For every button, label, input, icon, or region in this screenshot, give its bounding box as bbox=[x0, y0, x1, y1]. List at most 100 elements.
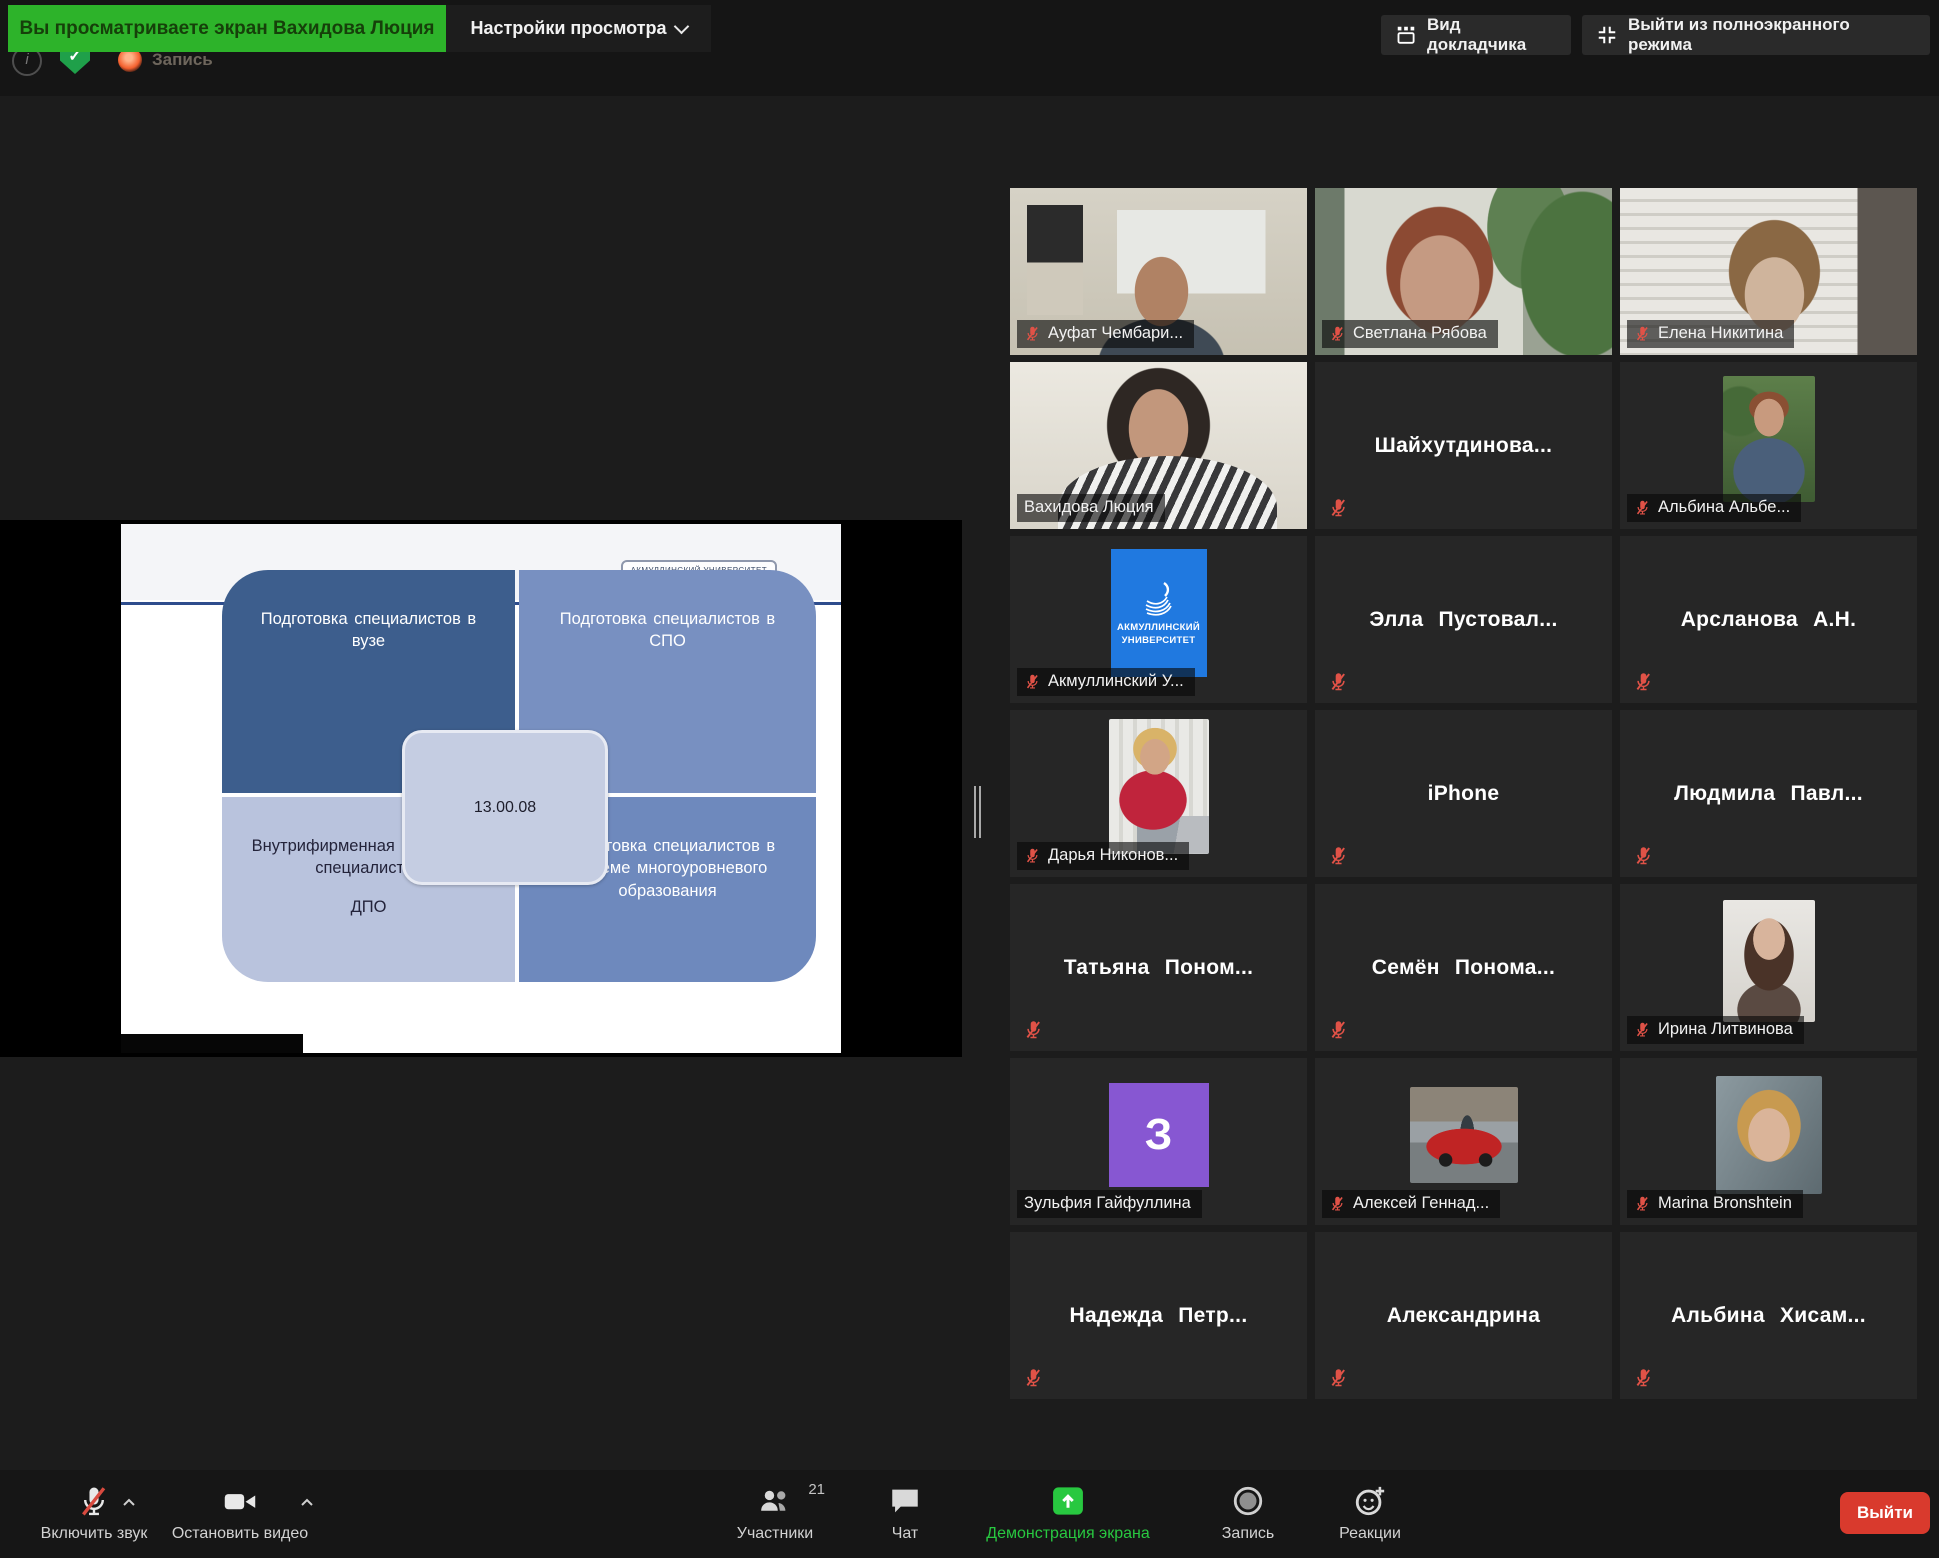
participant-tile[interactable]: Арсланова А.Н. Арсланова А.Н. bbox=[1620, 536, 1917, 703]
video-options-caret[interactable] bbox=[300, 1498, 314, 1507]
participant-name: Marina Bronshtein bbox=[1658, 1194, 1792, 1213]
participant-tile[interactable]: iPhone iPhone bbox=[1315, 710, 1612, 877]
participant-photo-avatar bbox=[1716, 1076, 1822, 1194]
participant-nameplate: Marina Bronshtein bbox=[1627, 1190, 1803, 1218]
participant-tile[interactable]: Шайхутдинова... Шайхутдинова... bbox=[1315, 362, 1612, 529]
participant-name: Дарья Никонов... bbox=[1048, 846, 1178, 865]
leave-meeting-button[interactable]: Выйти bbox=[1840, 1492, 1930, 1534]
participant-tile[interactable]: Людмила Павл... Людмила Павл... bbox=[1620, 710, 1917, 877]
participant-name: Зульфия Гайфуллина bbox=[1024, 1194, 1191, 1213]
exit-fullscreen-button[interactable]: Выйти из полноэкранного режима bbox=[1582, 15, 1930, 55]
share-screen-label: Демонстрация экрана bbox=[986, 1525, 1150, 1543]
muted-mic-icon bbox=[1634, 325, 1651, 342]
participant-tile[interactable]: Вахидова Люция Вахидова Люция bbox=[1010, 362, 1307, 529]
muted-mic-icon bbox=[1634, 1021, 1651, 1038]
university-logo-avatar: АКМУЛЛИНСКИЙ УНИВЕРСИТЕТ bbox=[1111, 549, 1207, 677]
record-label: Запись bbox=[1222, 1525, 1275, 1543]
participant-nameplate: Дарья Никонов... bbox=[1017, 842, 1189, 870]
participant-tile[interactable]: Семён Понома... Семён Понома... bbox=[1315, 884, 1612, 1051]
participant-name-centered: iPhone bbox=[1315, 710, 1612, 877]
logo-text-line1: АКМУЛЛИНСКИЙ bbox=[1117, 622, 1200, 633]
participant-name: Вахидова Люция bbox=[1024, 498, 1154, 517]
participant-photo-avatar bbox=[1723, 900, 1815, 1022]
participant-name-centered: Людмила Павл... bbox=[1620, 710, 1917, 877]
muted-mic-icon bbox=[77, 1484, 111, 1518]
participant-photo-avatar bbox=[1109, 719, 1209, 854]
participant-nameplate: Альбина Альбе... bbox=[1627, 494, 1801, 522]
participant-letter-avatar: З bbox=[1109, 1083, 1209, 1187]
viewing-screen-banner: Вы просматриваете экран Вахидова Люция bbox=[8, 5, 446, 52]
participant-name-centered: Александрина bbox=[1315, 1232, 1612, 1399]
participant-tile[interactable]: Ауфат Чембари... Ауфат Чембари... bbox=[1010, 188, 1307, 355]
muted-mic-icon bbox=[1329, 1195, 1346, 1212]
exit-fullscreen-icon bbox=[1596, 24, 1618, 46]
participant-name: Ауфат Чембари... bbox=[1048, 324, 1183, 343]
participant-name: Елена Никитина bbox=[1658, 324, 1783, 343]
participant-tile[interactable]: Альбина Хисам... Альбина Хисам... bbox=[1620, 1232, 1917, 1399]
participant-photo-avatar bbox=[1410, 1087, 1518, 1183]
mic-options-caret[interactable] bbox=[122, 1498, 136, 1507]
quadrant-bottom-left-subtext: ДПО bbox=[250, 896, 487, 918]
participant-name: Алексей Геннад... bbox=[1353, 1194, 1489, 1213]
slide-bottom-notch bbox=[121, 1034, 303, 1053]
participant-tile[interactable]: Альбина Альбе... Альбина Альбе... bbox=[1620, 362, 1917, 529]
muted-mic-icon bbox=[1023, 1367, 1044, 1388]
participant-nameplate: Ауфат Чембари... bbox=[1017, 320, 1194, 348]
participant-tile[interactable]: Алексей Геннад... Алексей Геннад... bbox=[1315, 1058, 1612, 1225]
participants-count-badge: 21 bbox=[808, 1481, 825, 1498]
muted-mic-icon bbox=[1634, 499, 1651, 516]
top-bar: i ✓ Запись Вы просматриваете экран Вахид… bbox=[0, 0, 1939, 96]
muted-mic-icon bbox=[1633, 1367, 1654, 1388]
participant-nameplate: Вахидова Люция bbox=[1017, 494, 1165, 522]
participant-tile[interactable]: Светлана Рябова Светлана Рябова bbox=[1315, 188, 1612, 355]
participant-name-centered: Татьяна Поном... bbox=[1010, 884, 1307, 1051]
participant-tile[interactable]: Александрина Александрина bbox=[1315, 1232, 1612, 1399]
participants-icon bbox=[757, 1484, 793, 1518]
slide-quadrant-diagram: Подготовка специалистов в вузе Подготовк… bbox=[222, 570, 816, 982]
panel-resize-handle[interactable] bbox=[974, 786, 984, 838]
participant-tile[interactable]: Marina Bronshtein Marina Bronshtein bbox=[1620, 1058, 1917, 1225]
stop-video-button[interactable]: Остановить видео bbox=[160, 1484, 320, 1543]
participant-name-centered: Арсланова А.Н. bbox=[1620, 536, 1917, 703]
muted-mic-icon bbox=[1633, 845, 1654, 866]
presentation-slide: АКМУЛЛИНСКИЙ УНИВЕРСИТЕТ Подготовка спец… bbox=[121, 524, 841, 1053]
participant-tile[interactable]: Дарья Никонов... Дарья Никонов... bbox=[1010, 710, 1307, 877]
participant-name: Ирина Литвинова bbox=[1658, 1020, 1793, 1039]
participant-tile[interactable]: Татьяна Поном... Татьяна Поном... bbox=[1010, 884, 1307, 1051]
participant-tile[interactable]: З Зульфия Гайфуллина Зульфия Гайфуллина bbox=[1010, 1058, 1307, 1225]
participant-nameplate: Алексей Геннад... bbox=[1322, 1190, 1500, 1218]
muted-mic-icon bbox=[1328, 1019, 1349, 1040]
participant-nameplate: Светлана Рябова bbox=[1322, 320, 1498, 348]
quadrant-center-box: 13.00.08 bbox=[402, 730, 608, 885]
unmute-label: Включить звук bbox=[41, 1525, 148, 1543]
muted-mic-icon bbox=[1328, 845, 1349, 866]
reactions-button[interactable]: Реакции bbox=[1290, 1484, 1450, 1543]
view-options-menu[interactable]: Настройки просмотра bbox=[446, 5, 711, 52]
share-screen-button[interactable]: Демонстрация экрана bbox=[988, 1484, 1148, 1543]
participant-name-centered: Альбина Хисам... bbox=[1620, 1232, 1917, 1399]
participant-tile[interactable]: Ирина Литвинова Ирина Литвинова bbox=[1620, 884, 1917, 1051]
speaker-view-icon bbox=[1395, 24, 1417, 46]
muted-mic-icon bbox=[1633, 671, 1654, 692]
chat-icon bbox=[888, 1484, 922, 1518]
meeting-toolbar: Включить звук Остановить видео 21 Участн… bbox=[0, 1470, 1939, 1558]
participant-name-centered: Элла Пустовал... bbox=[1315, 536, 1612, 703]
swan-logo-icon bbox=[1136, 580, 1182, 620]
participant-tile[interactable]: Элла Пустовал... Элла Пустовал... bbox=[1315, 536, 1612, 703]
muted-mic-icon bbox=[1328, 497, 1349, 518]
camera-icon bbox=[222, 1484, 258, 1518]
muted-mic-icon bbox=[1024, 847, 1041, 864]
participant-tile[interactable]: АКМУЛЛИНСКИЙ УНИВЕРСИТЕТ Акмуллинский У.… bbox=[1010, 536, 1307, 703]
chat-button[interactable]: Чат bbox=[825, 1484, 985, 1543]
speaker-view-button[interactable]: Вид докладчика bbox=[1381, 15, 1571, 55]
participant-tile[interactable]: Надежда Петр... Надежда Петр... bbox=[1010, 1232, 1307, 1399]
participant-tile[interactable]: Елена Никитина Елена Никитина bbox=[1620, 188, 1917, 355]
shared-screen-viewport: АКМУЛЛИНСКИЙ УНИВЕРСИТЕТ Подготовка спец… bbox=[0, 520, 962, 1057]
participant-name-centered: Семён Понома... bbox=[1315, 884, 1612, 1051]
unmute-button[interactable]: Включить звук bbox=[14, 1484, 174, 1543]
recording-indicator-label: Запись bbox=[152, 50, 213, 70]
chevron-down-icon bbox=[673, 18, 689, 34]
stop-video-label: Остановить видео bbox=[172, 1525, 308, 1543]
participant-name: Акмуллинский У... bbox=[1048, 672, 1184, 691]
participant-name: Альбина Альбе... bbox=[1658, 498, 1790, 517]
